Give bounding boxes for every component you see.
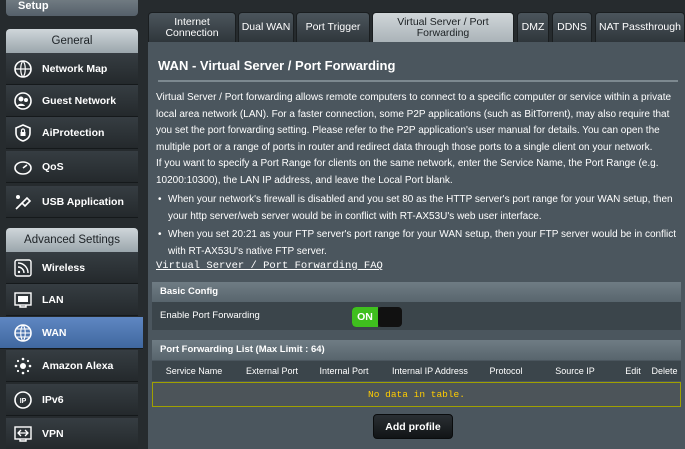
sidebar-item-label: QoS [42,160,64,173]
speedometer-icon [12,156,34,178]
sidebar-item-network-map[interactable]: Network Map [6,53,138,85]
sidebar-item-amazon-alexa[interactable]: Amazon Alexa [6,350,138,382]
sidebar-item-wireless[interactable]: Wireless [6,252,138,284]
title-divider [158,80,678,82]
sidebar-item-label: Wireless [42,261,86,274]
tab-label: Dual WAN [241,21,291,33]
sidebar-item-guest-network[interactable]: Guest Network [6,85,138,117]
add-profile-button[interactable]: Add profile [373,414,453,439]
sidebar-item-label: WAN [42,326,67,339]
ipv6-icon: IP [12,389,34,411]
bullet-dot: • [158,194,162,205]
note-text: When your network's firewall is disabled… [168,194,673,222]
sidebar-item-usb-application[interactable]: USB Application [6,186,138,218]
sidebar-item-label: Amazon Alexa [42,359,114,372]
tab-label: Virtual Server / Port Forwarding [397,16,489,39]
enable-port-forwarding-row: Enable Port Forwarding ON [152,302,681,330]
sidebar-item-label: USB Application [42,195,124,208]
sidebar-item-lan[interactable]: LAN [6,284,138,316]
tab-dual-wan[interactable]: Dual WAN [238,12,294,42]
description-text: Virtual Server / Port forwarding allows … [156,92,672,153]
enable-port-forwarding-label: Enable Port Forwarding [160,310,260,321]
bullet-dot: • [158,229,162,240]
col-edit: Edit [625,366,641,376]
alexa-icon [12,355,34,377]
col-delete: Delete [651,366,678,376]
basic-config-header: Basic Config [152,282,681,302]
setup-label: Setup [18,0,49,12]
tab-label: NAT Passthrough [599,21,681,33]
sidebar-item-label: Network Map [42,62,108,75]
port-forwarding-toggle[interactable]: ON [352,307,402,327]
sidebar-item-label: LAN [42,293,64,306]
sidebar-item-label: Guest Network [42,94,117,107]
sidebar-item-label: VPN [42,427,64,440]
tab-label: DDNS [557,21,587,33]
tab-label: Internet Connection [165,15,219,39]
description-text-2: If you want to specify a Port Range for … [156,158,659,186]
tab-label: DMZ [521,21,545,33]
tab-bar: Internet Connection Dual WAN Port Trigge… [148,12,685,43]
tab-internet-connection[interactable]: Internet Connection [148,12,236,42]
sidebar-item-wan[interactable]: WAN [0,317,143,349]
tab-nat-passthrough[interactable]: NAT Passthrough [595,12,685,42]
tab-label: Port Trigger [305,21,361,33]
tab-dmz[interactable]: DMZ [517,12,549,42]
col-internal-ip: Internal IP Address [392,366,468,376]
tab-virtual-server-port-forwarding[interactable]: Virtual Server / Port Forwarding [372,12,514,43]
col-service-name: Service Name [165,366,223,376]
general-section-header: General [6,29,138,53]
wifi-icon [12,257,34,279]
sidebar: Setup General Network Map Guest Network … [0,0,143,449]
note-http-conflict: • When your network's firewall is disabl… [156,192,683,225]
main-panel: WAN - Virtual Server / Port Forwarding V… [148,42,685,449]
port-forwarding-list-header: Port Forwarding List (Max Limit : 64) [152,340,681,360]
sidebar-item-label: IPv6 [42,393,64,406]
table-column-headers: Service Name External Port Internal Port… [152,361,681,381]
guest-network-icon [12,90,34,112]
empty-table-message: No data in table. [152,382,681,407]
lan-icon [12,289,34,311]
note-text: When you set 20:21 as your FTP server's … [168,229,677,257]
globe-icon [12,322,34,344]
sidebar-item-qos[interactable]: QoS [6,151,138,183]
shield-lock-icon [12,122,34,144]
toggle-knob [378,307,402,327]
faq-link[interactable]: Virtual Server / Port Forwarding FAQ [156,260,383,272]
vpn-icon [12,423,34,445]
description: Virtual Server / Port forwarding allows … [156,90,683,189]
col-internal-port: Internal Port [319,366,369,376]
sidebar-item-vpn[interactable]: VPN [6,418,138,449]
col-source-ip: Source IP [555,366,595,376]
col-external-port: External Port [245,366,299,376]
note-ftp-conflict: • When you set 20:21 as your FTP server'… [156,227,683,260]
tab-port-trigger[interactable]: Port Trigger [296,12,370,42]
svg-text:IP: IP [20,398,27,405]
advanced-section-header: Advanced Settings [6,228,138,252]
col-protocol: Protocol [489,366,523,376]
tab-ddns[interactable]: DDNS [552,12,592,42]
toggle-on-label: ON [352,307,378,327]
setup-button[interactable]: Setup [6,0,138,16]
sidebar-item-label: AiProtection [42,126,105,139]
usb-app-icon [12,191,34,213]
network-map-icon [12,58,34,80]
sidebar-item-ipv6[interactable]: IP IPv6 [6,384,138,416]
sidebar-item-aiprotection[interactable]: AiProtection [6,117,138,149]
page-title: WAN - Virtual Server / Port Forwarding [158,58,396,73]
